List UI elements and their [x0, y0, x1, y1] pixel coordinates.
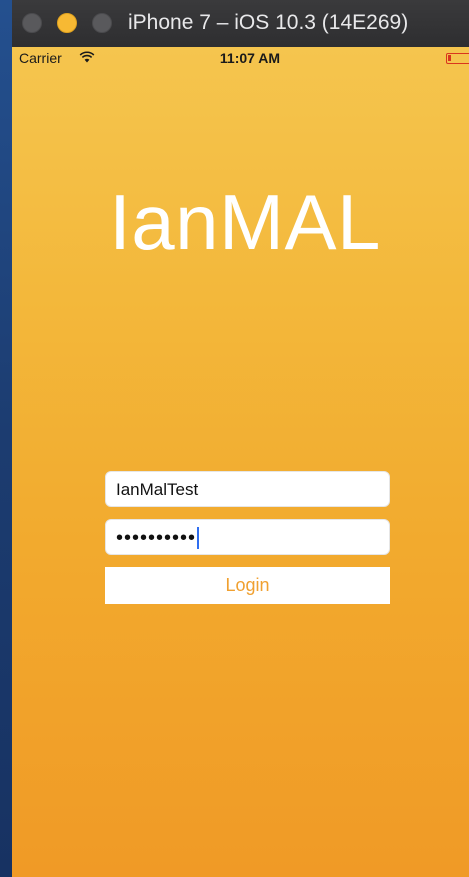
password-field[interactable]: •••••••••• [105, 519, 390, 555]
username-value: IanMalTest [116, 480, 199, 499]
window-title: iPhone 7 – iOS 10.3 (14E269) [128, 11, 409, 34]
status-time: 11:07 AM [219, 50, 281, 66]
device-screen: Carrier 11:07 AM IanMAL IanMalTest •••••… [12, 47, 469, 877]
minimize-window-button[interactable] [57, 13, 77, 33]
zoom-window-button[interactable] [92, 13, 112, 33]
close-window-button[interactable] [22, 13, 42, 33]
username-field[interactable]: IanMalTest [105, 471, 390, 507]
battery-icon [446, 53, 469, 64]
status-bar: Carrier 11:07 AM [12, 47, 469, 69]
app-title: IanMAL [109, 178, 381, 266]
desktop-background [0, 0, 12, 877]
password-value: •••••••••• [116, 527, 197, 549]
login-button[interactable]: Login [105, 567, 390, 604]
window-titlebar: iPhone 7 – iOS 10.3 (14E269) [12, 0, 469, 48]
simulator-window: iPhone 7 – iOS 10.3 (14E269) Carrier 11:… [12, 0, 469, 877]
text-cursor [197, 526, 200, 549]
